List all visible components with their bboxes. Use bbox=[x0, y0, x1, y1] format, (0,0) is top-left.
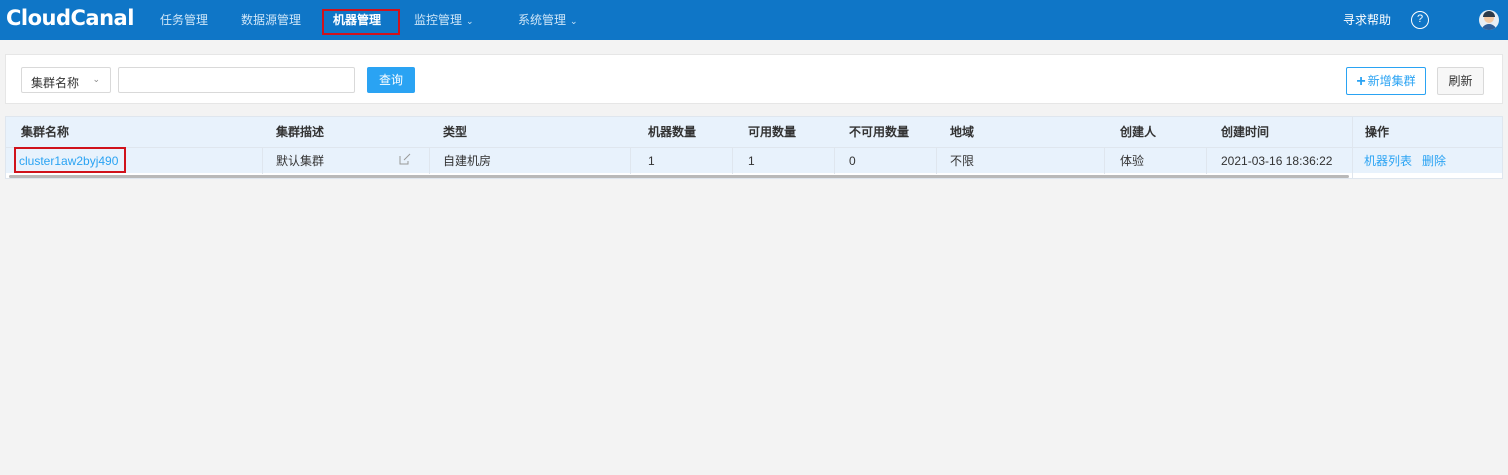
chevron-down-icon: ⌄ bbox=[92, 74, 100, 84]
search-input[interactable] bbox=[118, 67, 355, 93]
chevron-down-icon: ⌄ bbox=[570, 16, 578, 26]
column-header-unavailable: 不可用数量 bbox=[849, 125, 910, 139]
nav-monitor-management[interactable]: 监控管理 ⌄ bbox=[414, 0, 474, 40]
cluster-type: 自建机房 bbox=[443, 154, 492, 168]
column-divider bbox=[834, 148, 835, 174]
created-time: 2021-03-16 18:36:22 bbox=[1221, 154, 1333, 168]
machine-list-link[interactable]: 机器列表 bbox=[1364, 148, 1412, 174]
actions-column-divider bbox=[1352, 117, 1353, 178]
table-row: cluster1aw2byj490 默认集群 自建机房 1 1 0 不限 体验 … bbox=[6, 147, 1502, 174]
avatar-hair bbox=[1483, 11, 1495, 17]
delete-link[interactable]: 删除 bbox=[1422, 148, 1446, 174]
column-header-region: 地域 bbox=[950, 125, 975, 139]
edit-icon[interactable] bbox=[399, 153, 411, 165]
cluster-desc: 默认集群 bbox=[276, 154, 325, 168]
column-divider bbox=[429, 148, 430, 174]
question-circle-icon[interactable]: ? bbox=[1411, 11, 1429, 29]
column-divider bbox=[630, 148, 631, 174]
column-header-created: 创建时间 bbox=[1221, 125, 1270, 139]
help-link[interactable]: 寻求帮助 bbox=[1343, 0, 1391, 40]
query-button[interactable]: 查询 bbox=[367, 67, 415, 93]
column-header-machines: 机器数量 bbox=[648, 125, 697, 139]
table-header: 集群名称 集群描述 类型 机器数量 可用数量 不可用数量 地域 创建人 创建时间… bbox=[6, 117, 1502, 147]
avatar-body bbox=[1481, 24, 1497, 30]
nav-system-management[interactable]: 系统管理 ⌄ bbox=[518, 0, 578, 40]
cluster-name-highlight bbox=[14, 147, 126, 173]
add-cluster-button[interactable]: + 新增集群 bbox=[1346, 67, 1426, 95]
top-navigation-bar: CloudCanal 任务管理 数据源管理 机器管理 监控管理 ⌄ 系统管理 ⌄ 寻… bbox=[0, 0, 1508, 40]
refresh-button[interactable]: 刷新 bbox=[1437, 67, 1484, 95]
column-header-desc: 集群描述 bbox=[276, 125, 325, 139]
cloudcanal-logo[interactable]: CloudCanal bbox=[6, 6, 134, 30]
available-count: 1 bbox=[748, 154, 755, 168]
horizontal-scrollbar[interactable] bbox=[9, 175, 1349, 178]
column-header-name: 集群名称 bbox=[21, 125, 70, 139]
nav-label: 数据源管理 bbox=[241, 13, 302, 27]
column-header-creator: 创建人 bbox=[1120, 125, 1157, 139]
select-value: 集群名称 bbox=[31, 76, 80, 90]
nav-label: 任务管理 bbox=[160, 13, 209, 27]
column-header-type: 类型 bbox=[443, 125, 468, 139]
column-header-actions: 操作 bbox=[1365, 125, 1390, 139]
nav-label: 系统管理 bbox=[518, 13, 567, 27]
column-header-available: 可用数量 bbox=[748, 125, 797, 139]
machine-count: 1 bbox=[648, 154, 655, 168]
unavailable-count: 0 bbox=[849, 154, 856, 168]
search-field-select[interactable]: 集群名称 ⌄ bbox=[21, 67, 111, 93]
column-divider bbox=[1104, 148, 1105, 174]
chevron-down-icon: ⌄ bbox=[466, 16, 474, 26]
cluster-table: 集群名称 集群描述 类型 机器数量 可用数量 不可用数量 地域 创建人 创建时间… bbox=[5, 116, 1503, 179]
plus-icon: + bbox=[1356, 73, 1366, 90]
search-panel: 集群名称 ⌄ 查询 + 新增集群 刷新 bbox=[5, 54, 1503, 104]
nav-task-management[interactable]: 任务管理 bbox=[160, 0, 208, 40]
user-avatar-icon[interactable] bbox=[1479, 10, 1499, 30]
region: 不限 bbox=[950, 154, 975, 168]
nav-label: 监控管理 bbox=[414, 13, 463, 27]
nav-datasource-management[interactable]: 数据源管理 bbox=[241, 0, 301, 40]
creator: 体验 bbox=[1120, 154, 1145, 168]
column-divider bbox=[1206, 148, 1207, 174]
add-cluster-label: 新增集群 bbox=[1367, 74, 1416, 88]
column-divider bbox=[262, 148, 263, 174]
active-nav-highlight bbox=[322, 9, 400, 35]
column-divider bbox=[732, 148, 733, 174]
column-divider bbox=[936, 148, 937, 174]
